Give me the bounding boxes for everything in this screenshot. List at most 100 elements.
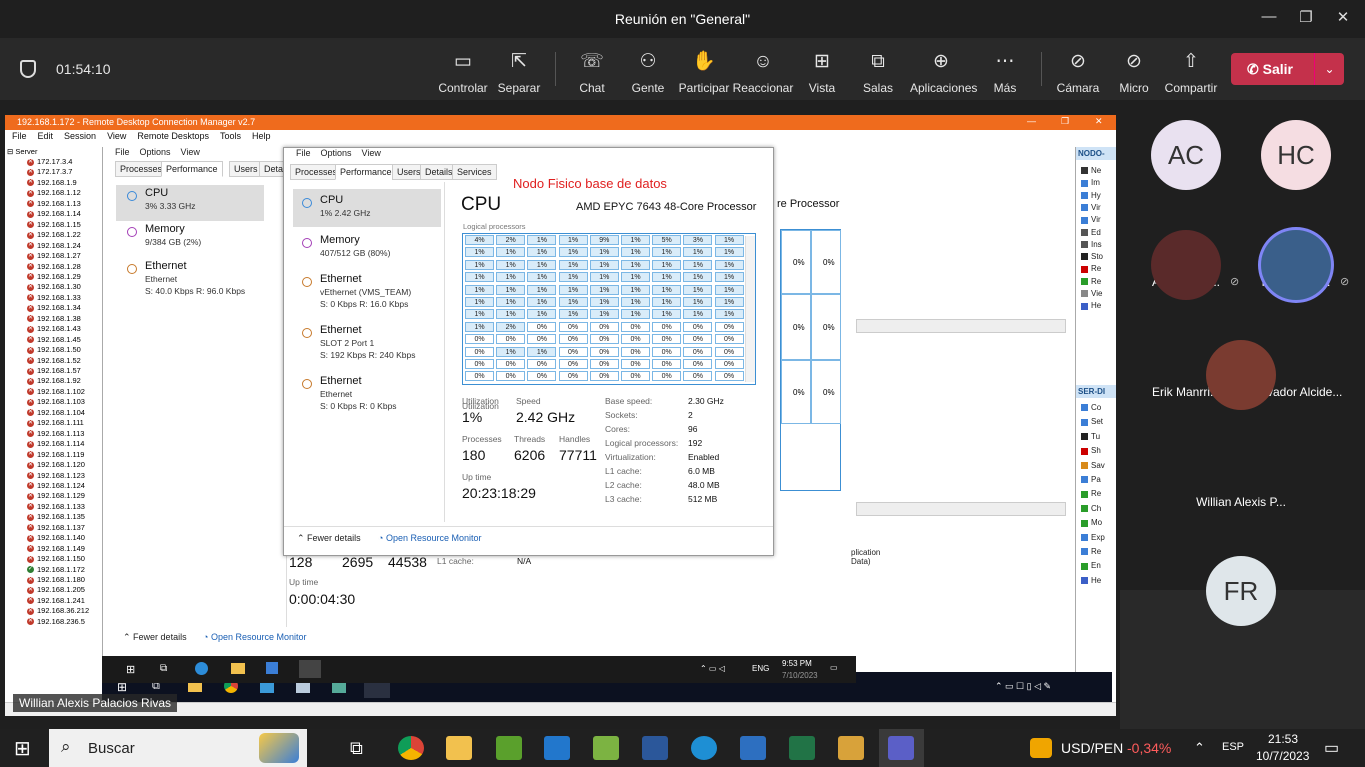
server-item[interactable]: ✕ 192.168.1.57	[27, 366, 81, 376]
language-indicator[interactable]: ESP	[1222, 741, 1244, 753]
toolbar-button-vista[interactable]: ⊞ Vista	[791, 50, 853, 95]
action-item[interactable]: Re	[1081, 489, 1101, 501]
participant-avatar[interactable]: HC	[1261, 120, 1331, 190]
participant-avatar[interactable]	[1261, 230, 1331, 300]
tab-services[interactable]: Services	[452, 164, 497, 180]
action-item[interactable]: Im	[1081, 178, 1100, 190]
word-icon[interactable]	[642, 736, 668, 760]
toolbar-button-aplicaciones[interactable]: ⊕ Aplicaciones	[910, 50, 977, 95]
server-manager-icon[interactable]	[266, 662, 278, 674]
server-item[interactable]: ✕ 192.168.36.212	[27, 606, 89, 616]
server-item[interactable]: ✕ 192.168.1.149	[27, 544, 85, 554]
action-item[interactable]: Ins	[1081, 240, 1102, 252]
notification-icon[interactable]: ▭	[830, 663, 838, 672]
perf-item-ethernet[interactable]: Ethernet SLOT 2 Port 1 S: 192 Kbps R: 240 …	[320, 324, 415, 360]
action-item[interactable]: Ed	[1081, 228, 1101, 240]
tm-menu-item[interactable]: View	[181, 147, 200, 157]
tab-performance[interactable]: Performance	[335, 164, 397, 180]
server-item[interactable]: ✕ 192.168.1.135	[27, 512, 85, 522]
server-item[interactable]: ✕ 192.168.1.9	[27, 178, 77, 188]
toolbar-button-compartir[interactable]: ⇧ Compartir	[1160, 50, 1222, 95]
action-item[interactable]: En	[1081, 561, 1101, 573]
server-item[interactable]: ✕ 192.168.1.28	[27, 262, 81, 272]
windows-start-icon[interactable]: ⊞	[14, 736, 31, 761]
server-item[interactable]: ✕ 192.168.1.30	[27, 282, 81, 292]
action-item[interactable]: Mo	[1081, 518, 1102, 530]
server-tree[interactable]: ⊟ Server ✕ 172.17.3.4 ✕ 172.17.3.7 ✕ 192.168.…	[5, 147, 102, 716]
server-item[interactable]: ✕ 192.168.1.12	[27, 188, 81, 198]
minimize-icon[interactable]: —	[1259, 8, 1279, 28]
participant-avatar[interactable]	[1151, 230, 1221, 300]
action-item[interactable]: Exp	[1081, 533, 1105, 545]
server-item[interactable]: ✕ 192.168.1.15	[27, 220, 81, 230]
app-icon[interactable]	[593, 736, 619, 760]
edge-icon[interactable]	[195, 662, 208, 675]
chevron-down-icon[interactable]: ⌄	[1314, 53, 1344, 85]
outer-fewer-details[interactable]: ⌃ Fewer details	[123, 632, 187, 643]
server-item[interactable]: ✕ 192.168.1.140	[27, 533, 85, 543]
server-item[interactable]: ✕ 192.168.1.29	[27, 272, 81, 282]
tab-users[interactable]: Users	[229, 161, 263, 177]
server-item[interactable]: ✕ 192.168.1.205	[27, 585, 85, 595]
toolbar-button-micro[interactable]: ⊘ Micro	[1103, 50, 1165, 95]
task-view-icon[interactable]: ⧉	[160, 663, 167, 674]
server-item[interactable]: ✕ 192.168.1.133	[27, 502, 85, 512]
toolbar-button-salas[interactable]: ⧉ Salas	[847, 50, 909, 95]
outer-open-resource-monitor[interactable]: ◔ Open Resource Monitor	[203, 632, 306, 642]
menu-item[interactable]: Session	[64, 131, 96, 141]
action-item[interactable]: Ne	[1081, 166, 1101, 178]
vscode-icon[interactable]	[544, 736, 570, 760]
notification-icon[interactable]: ▭	[1324, 738, 1339, 758]
perf-item-cpu[interactable]: CPU 3% 3.33 GHz	[145, 187, 196, 211]
server-item[interactable]: ✕ 192.168.1.14	[27, 209, 81, 219]
tm-menu-item[interactable]: File	[115, 147, 130, 157]
perf-item-memory[interactable]: Memory 9/384 GB (2%)	[145, 223, 201, 247]
server-item[interactable]: ✕ 192.168.1.180	[27, 575, 85, 585]
file-explorer-icon[interactable]	[231, 663, 245, 674]
perf-item-ethernet[interactable]: Ethernet vEthernet (VMS_TEAM) S: 0 Kbps R:…	[320, 273, 411, 309]
search-box[interactable]: ⌕ Buscar	[49, 729, 307, 767]
maximize-icon[interactable]: ❐	[1061, 116, 1069, 127]
server-item[interactable]: ✕ 192.168.1.103	[27, 397, 85, 407]
perf-item-ethernet[interactable]: Ethernet Ethernet S: 40.0 Kbps R: 96.0 Kbp…	[145, 260, 245, 296]
teams-icon[interactable]	[888, 736, 914, 760]
action-item[interactable]: Hy	[1081, 191, 1101, 203]
tm-menu-item[interactable]: Options	[140, 147, 171, 157]
toolbar-button-chat[interactable]: ☏ Chat	[561, 50, 623, 95]
server-item[interactable]: ✕ 192.168.1.33	[27, 293, 81, 303]
server-item[interactable]: ✕ 192.168.1.92	[27, 376, 81, 386]
action-item[interactable]: Set	[1081, 417, 1103, 429]
server-item[interactable]: ✕ 192.168.1.34	[27, 303, 81, 313]
action-item[interactable]: Re	[1081, 264, 1101, 276]
server-item[interactable]: ✕ 192.168.1.120	[27, 460, 85, 470]
server-item[interactable]: ✕ 192.168.1.52	[27, 356, 81, 366]
server-item[interactable]: ✕ 192.168.1.119	[27, 450, 84, 460]
server-item[interactable]: ✕ 192.168.1.113	[27, 429, 84, 439]
photos-icon[interactable]	[740, 736, 766, 760]
server-item[interactable]: ✕ 172.17.3.4	[27, 157, 72, 167]
action-item[interactable]: Pa	[1081, 475, 1101, 487]
chrome-icon[interactable]	[398, 736, 424, 760]
server-item[interactable]: ✕ 192.168.1.104	[27, 408, 85, 418]
perf-item-memory[interactable]: Memory 407/512 GB (80%)	[320, 234, 390, 258]
toolbar-button-gente[interactable]: ⚇ Gente	[617, 50, 679, 95]
server-item[interactable]: ✕ 192.168.1.38	[27, 314, 81, 324]
participant-avatar[interactable]	[1206, 340, 1276, 410]
server-item[interactable]: ✕ 192.168.1.43	[27, 324, 81, 334]
server-item[interactable]: ✕ 192.168.1.114	[27, 439, 84, 449]
server-item[interactable]: ✕ 192.168.1.241	[27, 596, 85, 606]
tree-root[interactable]: ⊟ Server	[7, 147, 37, 157]
task-manager-icon[interactable]	[299, 660, 321, 678]
leave-button[interactable]: ✆ Salir ⌄	[1231, 53, 1344, 85]
action-item[interactable]: He	[1081, 576, 1101, 588]
menu-item[interactable]: Help	[252, 131, 271, 141]
toolbar-button-cámara[interactable]: ⊘ Cámara	[1047, 50, 1109, 95]
close-icon[interactable]: ✕	[1095, 116, 1103, 127]
participant-avatar[interactable]: FR	[1206, 556, 1276, 626]
action-item[interactable]: Sav	[1081, 461, 1105, 473]
task-view-icon[interactable]: ⧉	[350, 738, 363, 759]
maximize-icon[interactable]: ❐	[1296, 8, 1316, 28]
tm-menu-item[interactable]: Options	[321, 148, 352, 158]
server-item[interactable]: ✕ 192.168.1.24	[27, 241, 81, 251]
perf-item-ethernet[interactable]: Ethernet Ethernet S: 0 Kbps R: 0 Kbps	[320, 375, 397, 411]
